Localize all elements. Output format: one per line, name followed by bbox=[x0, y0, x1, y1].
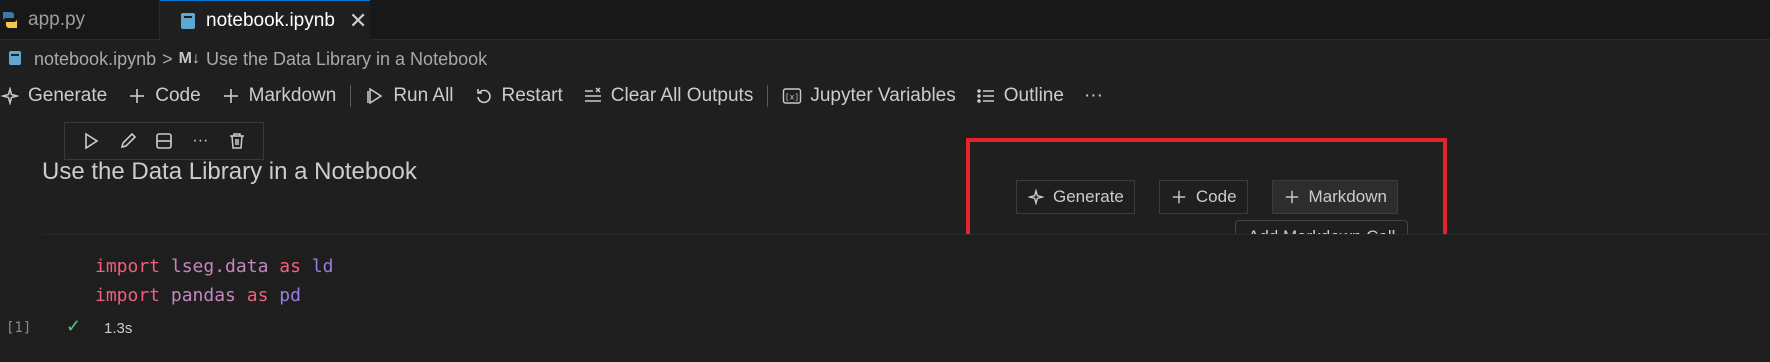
run-all-label: Run All bbox=[393, 85, 454, 106]
restart-icon bbox=[474, 86, 494, 106]
code-label: Code bbox=[155, 85, 201, 106]
alias-name: ld bbox=[311, 256, 334, 277]
clear-all-outputs-button[interactable]: Clear All Outputs bbox=[573, 76, 764, 116]
toolbar-divider bbox=[350, 85, 352, 107]
keyword: import bbox=[95, 285, 161, 306]
pencil-icon bbox=[120, 132, 136, 149]
clear-all-icon bbox=[583, 86, 603, 106]
markdown-icon: M↓ bbox=[178, 50, 200, 67]
restart-label: Restart bbox=[501, 85, 563, 106]
plus-icon bbox=[221, 86, 241, 106]
run-all-button[interactable]: Run All bbox=[355, 76, 463, 116]
trash-icon bbox=[229, 133, 244, 149]
variables-icon: [x] bbox=[782, 86, 802, 106]
plus-icon bbox=[127, 86, 147, 106]
generate-button[interactable]: Generate bbox=[0, 76, 117, 116]
keyword: as bbox=[246, 285, 269, 306]
more-actions-button[interactable]: ··· bbox=[1074, 76, 1113, 116]
breadcrumb-separator: > bbox=[162, 48, 173, 69]
tab-label: app.py bbox=[28, 9, 86, 30]
keyword: import bbox=[95, 256, 161, 277]
run-cell-button[interactable] bbox=[78, 128, 104, 154]
generate-label: Generate bbox=[28, 85, 108, 106]
code-editor[interactable]: import lseg.data as ld import pandas as … bbox=[95, 252, 333, 310]
run-all-icon bbox=[365, 86, 385, 106]
tab-label: notebook.ipynb bbox=[206, 10, 335, 31]
edit-cell-button[interactable] bbox=[115, 128, 141, 154]
jupyter-variables-button[interactable]: [x] Jupyter Variables bbox=[772, 76, 965, 116]
breadcrumb-section[interactable]: Use the Data Library in a Notebook bbox=[206, 49, 487, 70]
svg-text:[x]: [x] bbox=[785, 93, 799, 102]
split-icon bbox=[156, 133, 172, 149]
clear-all-outputs-label: Clear All Outputs bbox=[610, 85, 754, 106]
check-icon: ✓ bbox=[66, 316, 82, 336]
delete-cell-button[interactable] bbox=[224, 128, 250, 154]
markdown-cell-heading[interactable]: Use the Data Library in a Notebook bbox=[42, 158, 417, 186]
notebook-toolbar: Generate Code Markdown Run All Restart C… bbox=[0, 76, 1113, 116]
tab-app-py[interactable]: app.py bbox=[0, 0, 160, 40]
notebook-file-icon bbox=[8, 50, 26, 68]
cell-toolbar: ··· bbox=[64, 122, 264, 160]
cell-more-button[interactable]: ··· bbox=[187, 128, 213, 154]
toolbar-divider bbox=[767, 85, 769, 107]
execution-duration: 1.3s bbox=[104, 320, 133, 337]
execution-count: [1] bbox=[6, 320, 32, 336]
tab-notebook-ipynb[interactable]: notebook.ipynb ✕ bbox=[160, 0, 370, 41]
tab-bar: app.py notebook.ipynb ✕ bbox=[0, 0, 1770, 41]
notebook-file-icon bbox=[178, 11, 198, 31]
list-icon bbox=[976, 86, 996, 106]
play-icon bbox=[85, 132, 99, 150]
module-name: lseg.data bbox=[170, 256, 269, 277]
split-cell-button[interactable] bbox=[151, 128, 177, 154]
close-icon[interactable]: ✕ bbox=[349, 8, 367, 34]
breadcrumb: notebook.ipynb > M↓ Use the Data Library… bbox=[0, 44, 487, 74]
ellipsis-icon: ··· bbox=[1083, 85, 1103, 106]
alias-name: pd bbox=[279, 285, 301, 306]
outline-button[interactable]: Outline bbox=[966, 76, 1074, 116]
ellipsis-icon: ··· bbox=[192, 132, 209, 149]
restart-button[interactable]: Restart bbox=[464, 76, 573, 116]
add-code-button[interactable]: Code bbox=[117, 76, 210, 116]
code-line: import lseg.data as ld bbox=[95, 252, 333, 281]
markdown-label: Markdown bbox=[248, 85, 337, 106]
add-markdown-button[interactable]: Markdown bbox=[211, 76, 347, 116]
breadcrumb-file[interactable]: notebook.ipynb bbox=[34, 49, 156, 70]
keyword: as bbox=[279, 256, 301, 277]
python-file-icon bbox=[0, 10, 20, 30]
outline-label: Outline bbox=[1003, 85, 1064, 106]
code-line: import pandas as pd bbox=[95, 281, 333, 310]
jupyter-variables-label: Jupyter Variables bbox=[810, 85, 956, 106]
sparkle-icon bbox=[0, 86, 20, 106]
module-name: pandas bbox=[170, 285, 236, 306]
